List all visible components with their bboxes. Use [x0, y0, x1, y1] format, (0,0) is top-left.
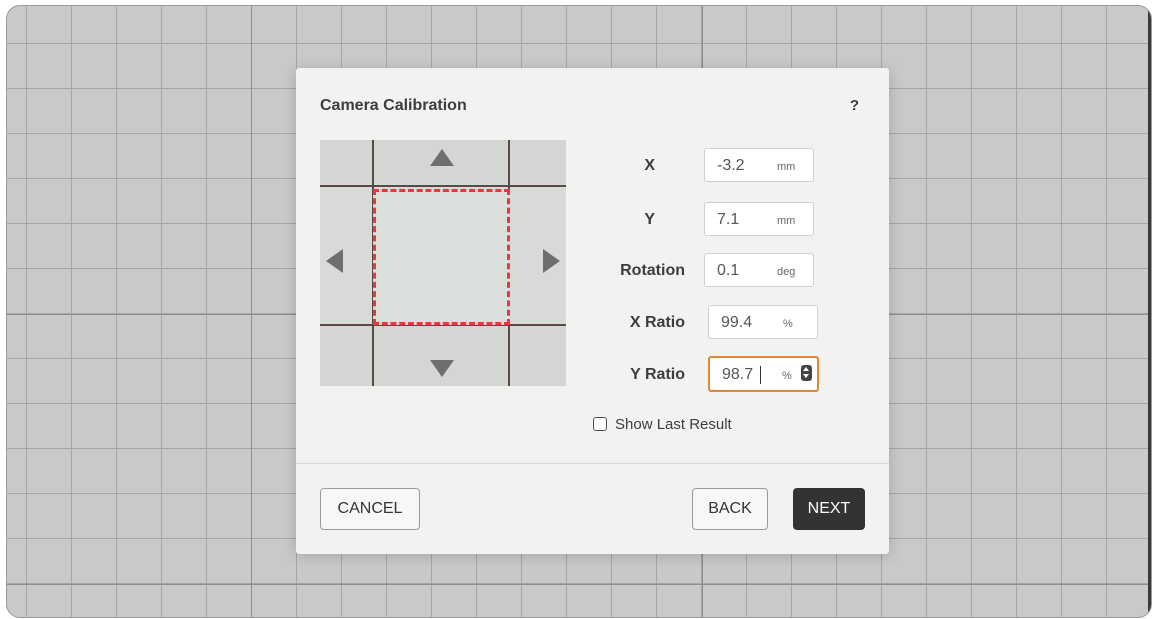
- arrow-up-icon[interactable]: [430, 149, 454, 166]
- footer-divider: [296, 463, 889, 464]
- preview-cell: [374, 326, 507, 386]
- stepper-icon[interactable]: [801, 365, 812, 381]
- rotation-label: Rotation: [620, 262, 685, 279]
- y-ratio-label: Y Ratio: [630, 366, 685, 383]
- arrow-left-icon[interactable]: [326, 249, 343, 273]
- x-ratio-input[interactable]: 99.4 %: [708, 305, 818, 339]
- y-label: Y: [644, 211, 655, 228]
- preview-cell: [510, 326, 566, 386]
- dialog-title: Camera Calibration: [320, 97, 467, 114]
- y-value: 7.1: [717, 211, 740, 228]
- next-button[interactable]: NEXT: [793, 488, 865, 530]
- preview-cell: [320, 326, 372, 386]
- x-ratio-label: X Ratio: [629, 314, 685, 331]
- camera-calibration-dialog: Camera Calibration ? X -3.2 mm Y 7.1 mm …: [296, 68, 889, 554]
- crosshair-box: [373, 189, 510, 325]
- arrow-down-icon[interactable]: [430, 360, 454, 377]
- x-ratio-unit: %: [783, 318, 793, 330]
- canvas-right-edge: [1148, 6, 1151, 617]
- x-ratio-value: 99.4: [721, 314, 753, 331]
- back-button[interactable]: BACK: [692, 488, 768, 530]
- help-button[interactable]: ?: [850, 97, 859, 114]
- y-unit: mm: [777, 215, 796, 227]
- y-input[interactable]: 7.1 mm: [704, 202, 814, 236]
- x-unit: mm: [777, 161, 796, 173]
- y-ratio-value: 98.7: [722, 366, 754, 383]
- camera-preview: [320, 140, 566, 386]
- x-label: X: [644, 157, 655, 174]
- text-caret: [760, 366, 761, 384]
- preview-cell: [320, 140, 372, 184]
- cancel-button[interactable]: CANCEL: [320, 488, 420, 530]
- rotation-value: 0.1: [717, 262, 740, 279]
- preview-grid-line: [320, 185, 566, 187]
- y-ratio-input[interactable]: 98.7 %: [708, 356, 819, 392]
- rotation-unit: deg: [777, 266, 796, 278]
- show-last-result-checkbox[interactable]: [593, 417, 607, 431]
- x-value: -3.2: [717, 157, 745, 174]
- preview-cell: [510, 140, 566, 184]
- rotation-input[interactable]: 0.1 deg: [704, 253, 814, 287]
- y-ratio-unit: %: [782, 370, 792, 382]
- show-last-result-label[interactable]: Show Last Result: [615, 416, 732, 433]
- x-input[interactable]: -3.2 mm: [704, 148, 814, 182]
- arrow-right-icon[interactable]: [543, 249, 560, 273]
